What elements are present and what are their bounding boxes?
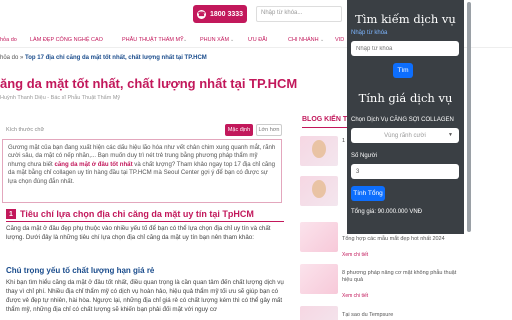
blog-thumbnail[interactable] [300,222,338,252]
page-title: ăng da mặt tốt nhất, chất lượng nhất tại… [0,76,298,91]
people-input[interactable]: 3 [351,164,459,179]
blog-read-more-link[interactable]: Xem chi tiết [342,252,368,258]
face-image [312,140,326,158]
people-label: Số Người [351,153,377,159]
chevron-down-icon: ⌄ [230,37,235,43]
nav-item-vid[interactable]: VID [335,37,344,43]
author-line: Huỳnh Thanh Diệu - Bác sĩ Phẫu Thuật Thẩ… [0,95,121,101]
subsection-heading: Chú trọng yếu tố chất lượng hạn giá rẻ [6,266,155,275]
hotline-button[interactable]: ☎ 1800 3333 [193,5,247,23]
header-search-input[interactable]: Nhập từ khóa... [256,6,342,22]
section-heading-text: Tiêu chí lựa chọn địa chỉ căng da mặt uy… [20,209,254,219]
search-service-button[interactable]: Tìm [393,63,413,78]
breadcrumb-separator: » [20,55,24,61]
panel-scrollbar[interactable] [467,2,471,232]
chevron-down-icon: ⌄ [320,37,325,43]
calculate-total-button[interactable]: Tính Tổng [351,186,385,201]
total-price: Tổng giá: 90.000.000 VNĐ [351,209,423,215]
keyword-label: Nhập từ khóa [351,30,388,36]
nav-item-lam-dep[interactable]: LÀM ĐẸP CÔNG NGHỆ CAO [30,37,103,43]
intro-highlight-link[interactable]: căng da mặt ở đâu tốt nhất [54,161,132,168]
blog-item-title[interactable]: Tại sao du Tempsure [342,312,462,319]
blog-read-more-link[interactable]: Xem chi tiết [342,293,368,299]
blog-item-title[interactable]: 8 phương pháp nâng cơ mặt không phẫu thu… [342,270,462,284]
service-select-label: Chọn Dịch Vụ CĂNG SỢI COLLAGEN [351,117,454,123]
paragraph-1: Căng da mặt ở đâu đẹp phụ thuộc vào nhiề… [6,225,271,241]
section-divider [6,221,284,222]
keyword-input[interactable] [351,41,459,56]
chevron-down-icon: ▼ [448,132,453,138]
nav-item-chi-nhanh[interactable]: CHI NHÁNH [288,37,319,43]
price-calc-title: Tính giá dịch vụ [358,91,453,105]
section-heading: 1 Tiêu chí lựa chọn địa chỉ căng da mặt … [6,209,286,219]
breadcrumb-prefix[interactable]: hỏa do [0,55,18,61]
phone-icon: ☎ [196,9,206,19]
blog-thumbnail[interactable] [300,176,338,206]
intro-box: Gương mặt của bạn đang xuất hiện các dấu… [2,139,282,203]
breadcrumb: hỏa do » Top 17 địa chỉ căng da mặt tốt … [0,55,207,61]
section-number: 1 [6,209,16,219]
nav-item-phau-thuat[interactable]: PHẪU THUẬT THẨM MỸ [122,37,184,43]
service-select[interactable]: Vùng rãnh cười ▼ [351,128,459,143]
nav-item-phun-xam[interactable]: PHUN XĂM [200,37,229,43]
blog-thumbnail[interactable] [300,136,338,166]
font-size-label: Kích thước chữ [6,127,45,133]
face-image [312,180,326,198]
font-size-large-button[interactable]: Lớn hơn [256,124,282,136]
blog-title: BLOG KIẾN T [302,116,348,123]
nav-item-0[interactable]: hỏa do [0,37,17,43]
service-select-value: Vùng rãnh cười [384,132,426,139]
paragraph-2: Khi bạn tìm hiểu căng da mặt ở đâu tốt n… [6,279,284,313]
chevron-down-icon: ⌄ [183,37,188,43]
breadcrumb-current: Top 17 địa chỉ căng da mặt tốt nhất, chấ… [25,55,207,61]
blog-item-title[interactable]: Tổng hợp các mẫu mắt đẹp hot nhất 2024 [342,236,462,243]
blog-thumbnail[interactable] [300,264,338,294]
blog-divider [302,127,348,128]
search-service-title: Tìm kiếm dịch vụ [355,12,456,26]
font-size-default-button[interactable]: Mặc định [225,124,253,136]
blog-thumbnail[interactable] [300,306,338,320]
service-panel: Tìm kiếm dịch vụ Nhập từ khóa Tìm Tính g… [347,0,464,234]
nav-item-uu-dai[interactable]: ƯU ĐÃI [248,37,267,43]
hotline-number: 1800 3333 [209,10,244,18]
